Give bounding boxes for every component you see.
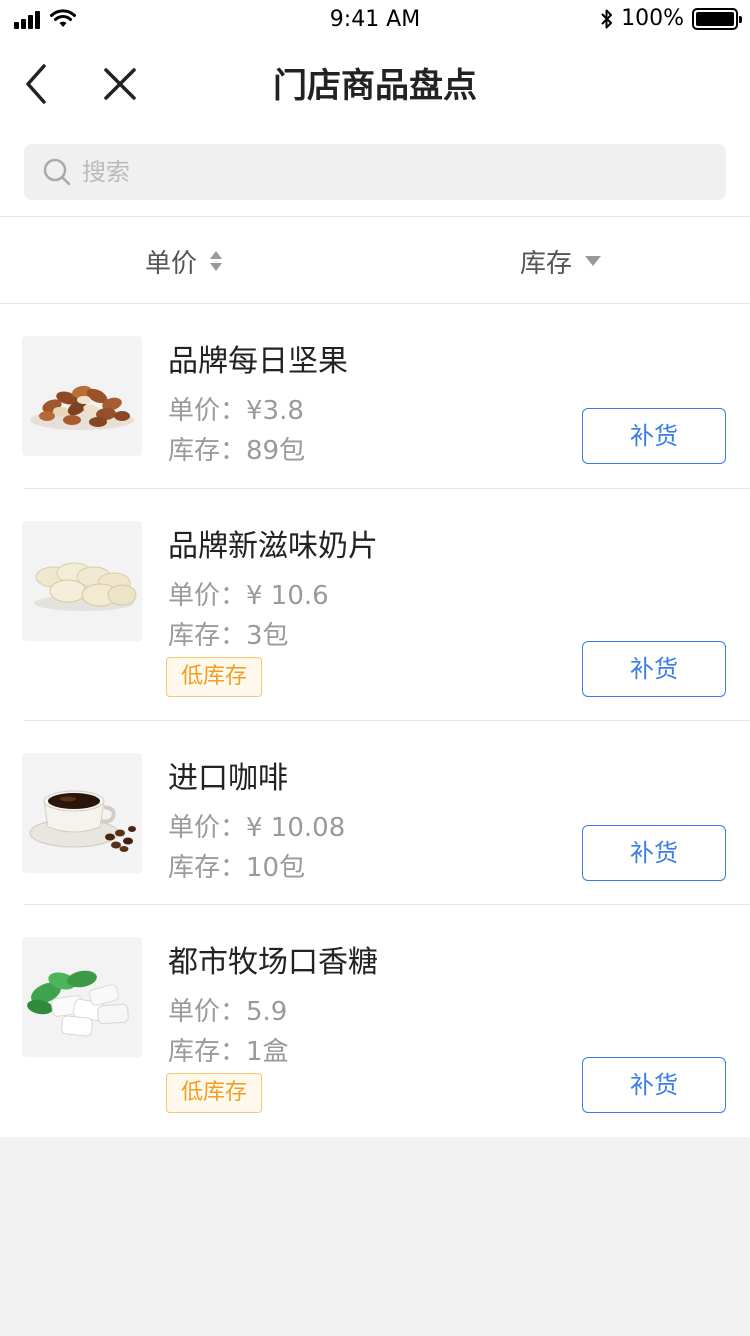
product-price: 单价：¥ 10.6 [168, 581, 329, 611]
nav-bar: 门店商品盘点 [0, 40, 750, 128]
battery-icon [692, 7, 742, 30]
product-list: 品牌每日坚果 单价：¥3.8 库存：89包 补货 品牌新滋味奶片 单价：¥ 10… [0, 304, 750, 1137]
restock-button[interactable]: 补货 [582, 408, 726, 464]
page-header: 9:41 AM 100% 门店商品盘点 搜索 单价 库存 [0, 0, 750, 304]
milk-tablets-image [22, 521, 142, 641]
product-name: 品牌每日坚果 [168, 344, 348, 379]
search-input[interactable] [82, 158, 682, 186]
sort-price-label: 单价 [145, 248, 198, 279]
restock-button[interactable]: 补货 [582, 1057, 726, 1113]
product-price: 单价：¥3.8 [168, 396, 304, 426]
product-price: 单价：5.9 [168, 997, 288, 1027]
product-stock: 库存：1盒 [168, 1037, 289, 1067]
product-name: 都市牧场口香糖 [168, 945, 378, 980]
search-icon [43, 158, 71, 186]
search-box[interactable] [24, 144, 726, 200]
sort-stock-label: 库存 [520, 248, 573, 279]
product-stock: 库存：89包 [168, 436, 306, 466]
product-stock: 库存：3包 [168, 621, 289, 651]
sort-updown-icon [210, 251, 223, 271]
battery-percent: 100% [621, 6, 684, 31]
mixed-nuts-image [22, 336, 142, 456]
chewing-gum-image [22, 937, 142, 1057]
product-price: 单价：¥ 10.08 [168, 813, 346, 843]
product-item: 品牌每日坚果 单价：¥3.8 库存：89包 补货 [22, 304, 750, 489]
status-bar: 9:41 AM 100% [0, 0, 750, 40]
bluetooth-icon [601, 9, 613, 28]
restock-button[interactable]: 补货 [582, 641, 726, 697]
page-title: 门店商品盘点 [273, 66, 477, 106]
sort-bar: 单价 库存 [0, 216, 750, 304]
product-item: 进口咖啡 单价：¥ 10.08 库存：10包 补货 [22, 721, 750, 905]
low-stock-badge: 低库存 [166, 1073, 263, 1113]
coffee-cup-image [22, 753, 142, 873]
low-stock-badge: 低库存 [166, 657, 263, 697]
sort-by-price[interactable]: 单价 [145, 217, 223, 305]
caret-down-icon [585, 256, 602, 266]
product-name: 品牌新滋味奶片 [168, 529, 378, 564]
search-bar [0, 128, 750, 216]
restock-button[interactable]: 补货 [582, 825, 726, 881]
product-name: 进口咖啡 [168, 761, 288, 796]
product-item: 品牌新滋味奶片 单价：¥ 10.6 库存：3包 低库存 补货 [22, 489, 750, 721]
product-stock: 库存：10包 [168, 853, 306, 883]
product-item: 都市牧场口香糖 单价：5.9 库存：1盒 低库存 补货 [22, 905, 750, 1137]
sort-by-stock[interactable]: 库存 [520, 217, 602, 305]
